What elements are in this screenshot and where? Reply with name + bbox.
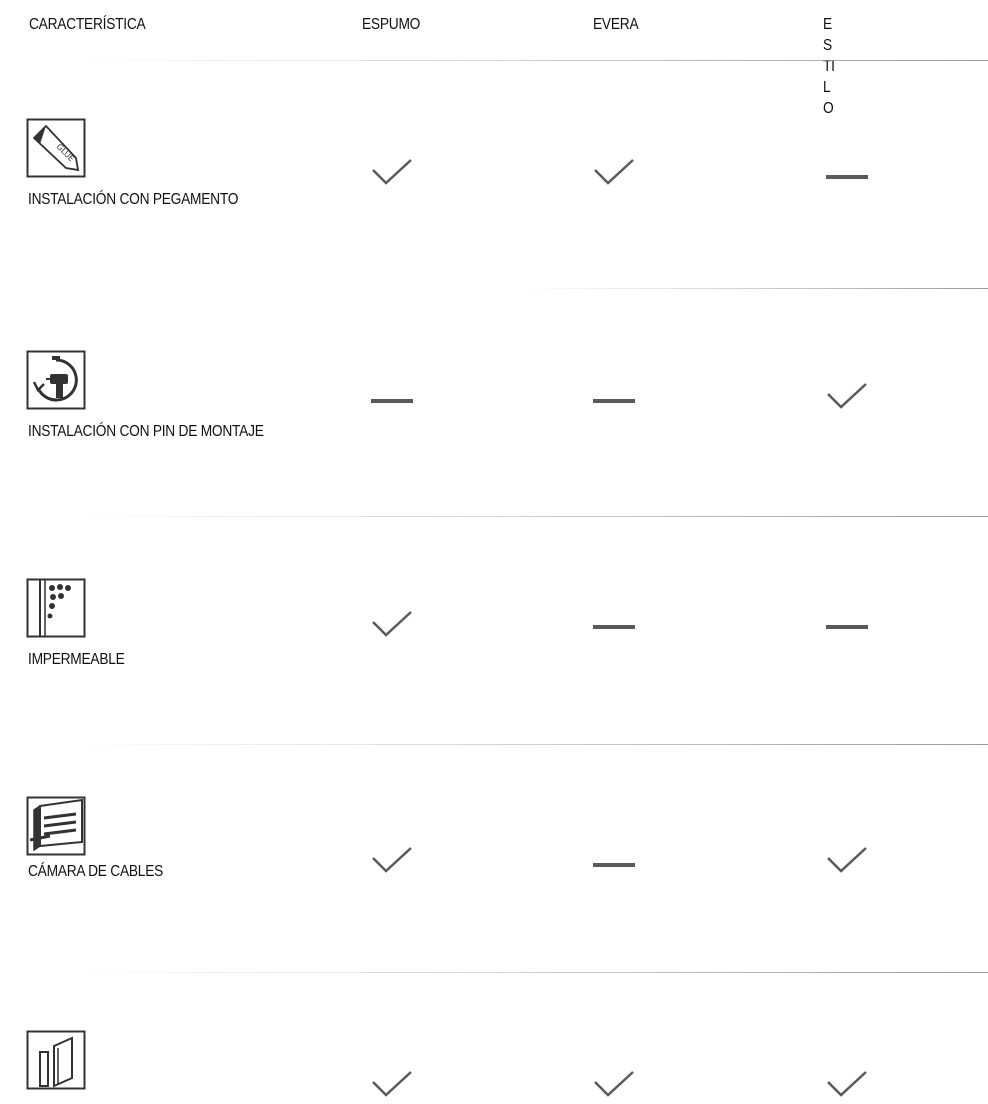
divider xyxy=(68,516,988,517)
check-icon xyxy=(826,382,870,416)
check-icon xyxy=(371,610,415,644)
check-icon xyxy=(371,158,415,192)
dash-icon xyxy=(593,384,637,418)
feature-label: INSTALACIÓN CON PIN DE MONTAJE xyxy=(28,423,264,440)
cable-channel-icon xyxy=(26,796,86,856)
dash-icon xyxy=(593,848,637,882)
divider xyxy=(68,744,988,745)
check-icon xyxy=(826,1070,870,1104)
header-column-3: ESTIL O xyxy=(823,16,835,117)
header-column-2: EVERA xyxy=(593,16,639,33)
divider xyxy=(68,972,988,973)
divider xyxy=(518,288,988,289)
feature-label: INSTALACIÓN CON PEGAMENTO xyxy=(28,191,239,208)
dash-icon xyxy=(826,610,870,644)
check-icon xyxy=(371,1070,415,1104)
glue-bottle-icon: GLUE xyxy=(26,118,86,178)
dash-icon xyxy=(593,610,637,644)
check-icon xyxy=(593,1070,637,1104)
header-column-1: ESPUMO xyxy=(362,16,421,33)
check-icon xyxy=(826,846,870,880)
header-feature: CARACTERÍSTICA xyxy=(29,16,146,33)
comparison-table-header: CARACTERÍSTICA ESPUMO EVERA ESTIL O xyxy=(0,0,988,117)
water-drops-wall-icon xyxy=(26,578,86,638)
profile-corner-icon xyxy=(26,1030,86,1090)
feature-label: IMPERMEABLE xyxy=(28,651,125,668)
dash-icon xyxy=(371,384,415,418)
check-icon xyxy=(371,846,415,880)
check-icon xyxy=(593,158,637,192)
drill-clock-icon xyxy=(26,350,86,410)
feature-label: CÁMARA DE CABLES xyxy=(28,863,164,880)
divider xyxy=(68,60,988,61)
dash-icon xyxy=(826,160,870,194)
